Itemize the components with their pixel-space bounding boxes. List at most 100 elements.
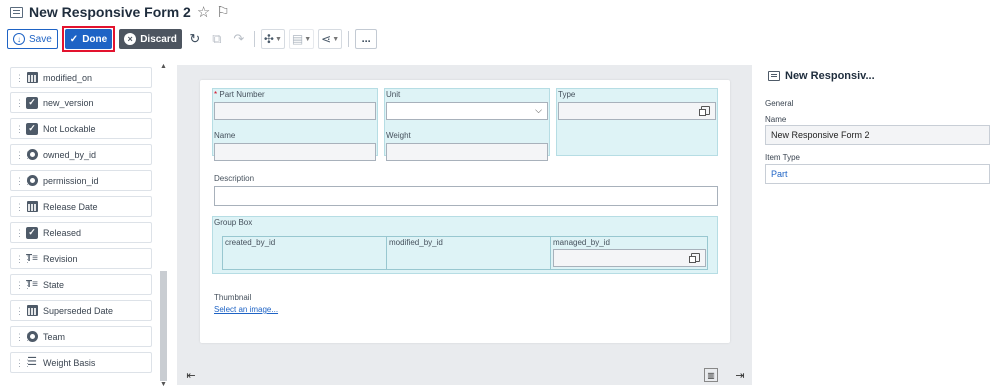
required-marker: * bbox=[214, 90, 218, 99]
scroll-down-arrow-icon[interactable]: ▼ bbox=[159, 381, 168, 389]
item-type-link[interactable]: Part bbox=[771, 169, 788, 179]
share-dropdown[interactable]: ⋖ ▼ bbox=[318, 29, 343, 49]
sidebar-item-permission-id[interactable]: ⋮⋮ permission_id bbox=[10, 170, 152, 191]
discard-label: Discard bbox=[140, 33, 177, 45]
select-image-link[interactable]: Select an image... bbox=[214, 305, 278, 314]
sidebar-item-revision[interactable]: ⋮⋮ T≡ Revision bbox=[10, 248, 152, 269]
drag-handle-icon[interactable]: ⋮⋮ bbox=[15, 150, 32, 160]
sidebar-item-not-lockable[interactable]: ⋮⋮ ✓ Not Lockable bbox=[10, 118, 152, 139]
managed-by-id-input[interactable] bbox=[553, 249, 706, 267]
layout-dropdown[interactable]: ✣ ▼ bbox=[260, 29, 285, 49]
drag-handle-icon[interactable]: ⋮⋮ bbox=[15, 176, 32, 186]
form-icon bbox=[10, 6, 23, 18]
calendar-icon bbox=[26, 305, 38, 317]
sidebar-scrollbar[interactable]: ▲ ▼ bbox=[159, 63, 168, 388]
clipboard-dropdown[interactable]: ▤ ▼ bbox=[288, 29, 315, 49]
chevron-down-icon: ▼ bbox=[274, 35, 282, 43]
name-property-label: Name bbox=[765, 115, 787, 124]
drag-handle-icon[interactable]: ⋮⋮ bbox=[15, 73, 32, 83]
name-property-field[interactable]: New Responsive Form 2 bbox=[765, 125, 990, 145]
calendar-icon bbox=[26, 72, 38, 84]
clipboard-icon: ▤ bbox=[291, 32, 304, 46]
layout-icon: ✣ bbox=[263, 32, 274, 46]
toolbar-divider bbox=[253, 31, 255, 47]
scroll-up-arrow-icon[interactable]: ▲ bbox=[159, 63, 168, 71]
drag-handle-icon[interactable]: ⋮⋮ bbox=[15, 228, 32, 238]
item-icon bbox=[26, 331, 38, 343]
scrollbar-thumb[interactable] bbox=[160, 271, 167, 381]
form-icon bbox=[768, 71, 780, 81]
save-label: Save bbox=[29, 33, 52, 45]
sidebar-item-superseded-date[interactable]: ⋮⋮ Superseded Date bbox=[10, 300, 152, 321]
item-picker-icon[interactable] bbox=[699, 106, 710, 116]
collapse-left-icon[interactable]: ⇤ bbox=[184, 368, 198, 382]
drag-handle-icon[interactable]: ⋮⋮ bbox=[15, 254, 32, 264]
type-input[interactable] bbox=[558, 102, 716, 120]
sidebar-item-label: Weight Basis bbox=[43, 357, 96, 368]
modified-by-id-label: modified_by_id bbox=[389, 238, 443, 247]
copy-icon[interactable]: ⧉ bbox=[208, 30, 226, 48]
title-bar: New Responsive Form 2 ☆ ⚐ bbox=[0, 0, 990, 24]
redo-icon[interactable]: ↷ bbox=[230, 30, 248, 48]
group-box-divider bbox=[550, 236, 551, 270]
thumbnail-label: Thumbnail bbox=[214, 293, 252, 302]
sidebar-item-modified-on[interactable]: ⋮⋮ modified_on bbox=[10, 67, 152, 88]
group-box-label: Group Box bbox=[214, 218, 253, 227]
type-cell[interactable] bbox=[556, 88, 718, 156]
properties-panel: New Responsiv... General Name New Respon… bbox=[762, 65, 990, 385]
more-button[interactable]: ... bbox=[355, 29, 378, 49]
sidebar-item-label: permission_id bbox=[43, 175, 99, 186]
description-input[interactable] bbox=[214, 186, 718, 206]
done-label: Done bbox=[82, 33, 108, 45]
collapse-right-icon[interactable]: ⇥ bbox=[733, 368, 747, 382]
drag-handle-icon[interactable]: ⋮⋮ bbox=[15, 98, 32, 108]
done-button[interactable]: ✓ Done bbox=[64, 29, 113, 49]
sidebar-item-label: Not Lockable bbox=[43, 123, 96, 134]
refresh-icon[interactable]: ↻ bbox=[186, 30, 204, 48]
unit-select[interactable]: ⌵ bbox=[386, 102, 548, 120]
name-input[interactable] bbox=[214, 143, 376, 161]
item-type-property-field[interactable]: Part bbox=[765, 164, 990, 184]
list-icon: ☰ bbox=[27, 356, 37, 368]
drag-handle-icon[interactable]: ⋮⋮ bbox=[15, 358, 32, 368]
drag-handle-icon[interactable]: ⋮⋮ bbox=[15, 202, 32, 212]
chevron-down-icon: ▼ bbox=[304, 35, 312, 43]
created-by-id-label: created_by_id bbox=[225, 238, 276, 247]
flag-icon[interactable]: ⚐ bbox=[216, 5, 229, 20]
sidebar-item-weight-basis[interactable]: ⋮⋮ ☰ Weight Basis bbox=[10, 352, 152, 373]
toolbar: ↓ Save ✓ Done × Discard ↻ ⧉ ↷ ✣ ▼ ▤ ▼ ⋖ ▼ .… bbox=[0, 26, 990, 52]
sidebar-item-owned-by-id[interactable]: ⋮⋮ owned_by_id bbox=[10, 144, 152, 165]
drag-handle-icon[interactable]: ⋮⋮ bbox=[15, 124, 32, 134]
description-label: Description bbox=[214, 174, 255, 183]
close-icon: × bbox=[124, 33, 137, 45]
drag-handle-icon[interactable]: ⋮⋮ bbox=[15, 332, 32, 342]
save-button[interactable]: ↓ Save bbox=[7, 29, 58, 49]
part-number-label-text: Part Number bbox=[219, 90, 265, 99]
item-picker-icon[interactable] bbox=[689, 253, 700, 263]
sidebar-item-label: modified_on bbox=[43, 72, 93, 83]
columns-icon[interactable]: ▥ bbox=[704, 368, 718, 382]
chevron-down-icon: ▼ bbox=[332, 35, 340, 43]
sidebar-item-new-version[interactable]: ⋮⋮ ✓ new_version bbox=[10, 92, 152, 113]
star-icon[interactable]: ☆ bbox=[197, 5, 210, 20]
discard-button[interactable]: × Discard bbox=[119, 29, 182, 49]
drag-handle-icon[interactable]: ⋮⋮ bbox=[15, 280, 32, 290]
sidebar-item-released[interactable]: ⋮⋮ ✓ Released bbox=[10, 222, 152, 243]
done-highlight: ✓ Done bbox=[61, 26, 116, 52]
sidebar-item-team[interactable]: ⋮⋮ Team bbox=[10, 326, 152, 347]
weight-input[interactable] bbox=[386, 143, 548, 161]
save-icon: ↓ bbox=[13, 33, 25, 45]
drag-handle-icon[interactable]: ⋮⋮ bbox=[15, 306, 32, 316]
item-icon bbox=[26, 175, 38, 187]
type-label: Type bbox=[558, 90, 576, 99]
sidebar-item-state[interactable]: ⋮⋮ T≡ State bbox=[10, 274, 152, 295]
sidebar-item-label: Released bbox=[43, 227, 82, 238]
properties-title: New Responsiv... bbox=[768, 70, 875, 82]
text-icon: T≡ bbox=[26, 252, 38, 264]
sidebar-item-release-date[interactable]: ⋮⋮ Release Date bbox=[10, 196, 152, 217]
name-label: Name bbox=[214, 131, 236, 140]
part-number-input[interactable] bbox=[214, 102, 376, 120]
share-icon: ⋖ bbox=[321, 32, 332, 46]
text-icon: T≡ bbox=[26, 278, 38, 290]
sidebar-item-label: Superseded Date bbox=[43, 305, 114, 316]
